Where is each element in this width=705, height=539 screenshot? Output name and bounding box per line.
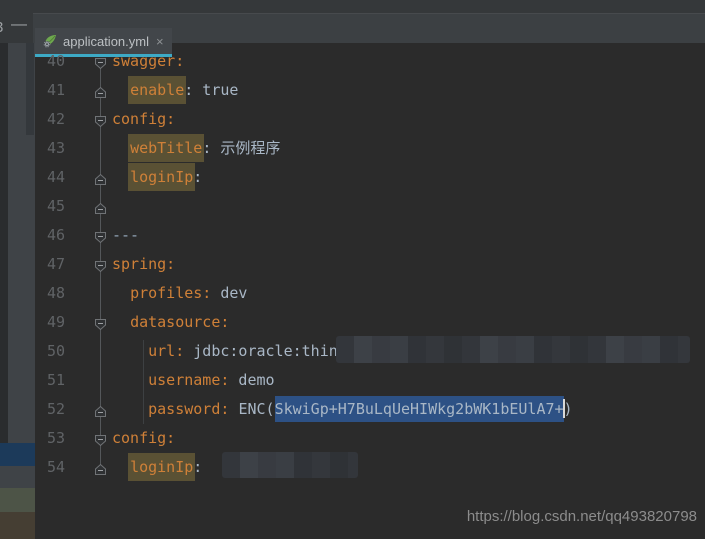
- background-row-brown: [0, 512, 35, 539]
- line-number[interactable]: 51: [38, 366, 65, 395]
- fold-marker-end[interactable]: [94, 403, 107, 416]
- line-number[interactable]: 49: [38, 308, 65, 337]
- line-number[interactable]: 53: [38, 424, 65, 453]
- fold-marker-start[interactable]: [94, 113, 107, 126]
- code-line[interactable]: password: ENC(SkwiGp+H7BuLqUeHIWkg2bWK1b…: [112, 395, 573, 424]
- line-number[interactable]: 43: [38, 134, 65, 163]
- line-number[interactable]: 46: [38, 221, 65, 250]
- left-dark-gutter: [0, 43, 8, 443]
- window-corner: 3 —: [0, 0, 33, 43]
- line-number[interactable]: 47: [38, 250, 65, 279]
- editor-row: 40 swagger:: [35, 47, 705, 76]
- fold-marker-start[interactable]: [94, 55, 107, 68]
- indent-guide: [143, 340, 144, 424]
- editor-row: 54 loginIp:: [35, 453, 705, 482]
- code-line[interactable]: webTitle: 示例程序: [112, 134, 280, 163]
- code-line[interactable]: profiles: dev: [112, 279, 247, 308]
- line-number[interactable]: 44: [38, 163, 65, 192]
- fold-marker-end[interactable]: [94, 200, 107, 213]
- redaction-blur: [336, 336, 690, 363]
- background-row-green: [0, 488, 35, 512]
- ide-window: application.yml × 3 — 40swagger:41 enabl…: [0, 0, 705, 539]
- line-number[interactable]: 48: [38, 279, 65, 308]
- background-selection-row: [0, 443, 35, 466]
- code-line[interactable]: config:: [112, 105, 175, 134]
- title-bar: [0, 0, 705, 14]
- fold-marker-start[interactable]: [94, 432, 107, 445]
- fold-marker-start[interactable]: [94, 229, 107, 242]
- code-line[interactable]: spring:: [112, 250, 175, 279]
- editor-row: 41 enable: true: [35, 76, 705, 105]
- code-line[interactable]: config:: [112, 424, 175, 453]
- code-line[interactable]: url: jdbc:oracle:thin: [112, 337, 338, 366]
- code-line[interactable]: ---: [112, 221, 139, 250]
- line-number[interactable]: 40: [38, 47, 65, 76]
- fold-marker-end[interactable]: [94, 461, 107, 474]
- redaction-blur: [222, 452, 358, 478]
- code-line[interactable]: loginIp:: [112, 453, 202, 482]
- scrollbar-thumb[interactable]: [26, 43, 34, 135]
- line-number[interactable]: 41: [38, 76, 65, 105]
- partial-window-glyph: 3: [0, 19, 3, 36]
- code-line[interactable]: loginIp:: [112, 163, 202, 192]
- editor-row: 51 username: demo: [35, 366, 705, 395]
- editor-row: 53 config:: [35, 424, 705, 453]
- editor-row: 42 config:: [35, 105, 705, 134]
- code-line[interactable]: datasource:: [112, 308, 229, 337]
- code-line[interactable]: swagger:: [112, 47, 184, 76]
- fold-marker-start[interactable]: [94, 316, 107, 329]
- line-number[interactable]: 52: [38, 395, 65, 424]
- watermark-url: https://blog.csdn.net/qq493820798: [467, 508, 697, 525]
- editor-row: 52 password: ENC(SkwiGp+H7BuLqUeHIWkg2bW…: [35, 395, 705, 424]
- editor-row: 49 datasource:: [35, 308, 705, 337]
- editor-tab-bar: application.yml ×: [0, 14, 705, 43]
- fold-marker-start[interactable]: [94, 258, 107, 271]
- fold-marker-end[interactable]: [94, 84, 107, 97]
- editor-row: 47 spring:: [35, 250, 705, 279]
- editor-row: 48 profiles: dev: [35, 279, 705, 308]
- editor-row: 45: [35, 192, 705, 221]
- line-number[interactable]: 42: [38, 105, 65, 134]
- code-line[interactable]: username: demo: [112, 366, 275, 395]
- line-number[interactable]: 54: [38, 453, 65, 482]
- background-row: [0, 466, 35, 488]
- line-number[interactable]: 50: [38, 337, 65, 366]
- editor-row: 44 loginIp:: [35, 163, 705, 192]
- code-line[interactable]: enable: true: [112, 76, 238, 105]
- editor-row: 43 webTitle: 示例程序: [35, 134, 705, 163]
- fold-marker-end[interactable]: [94, 171, 107, 184]
- line-number[interactable]: 45: [38, 192, 65, 221]
- minimize-icon[interactable]: —: [11, 16, 27, 34]
- editor-row: 46 ---: [35, 221, 705, 250]
